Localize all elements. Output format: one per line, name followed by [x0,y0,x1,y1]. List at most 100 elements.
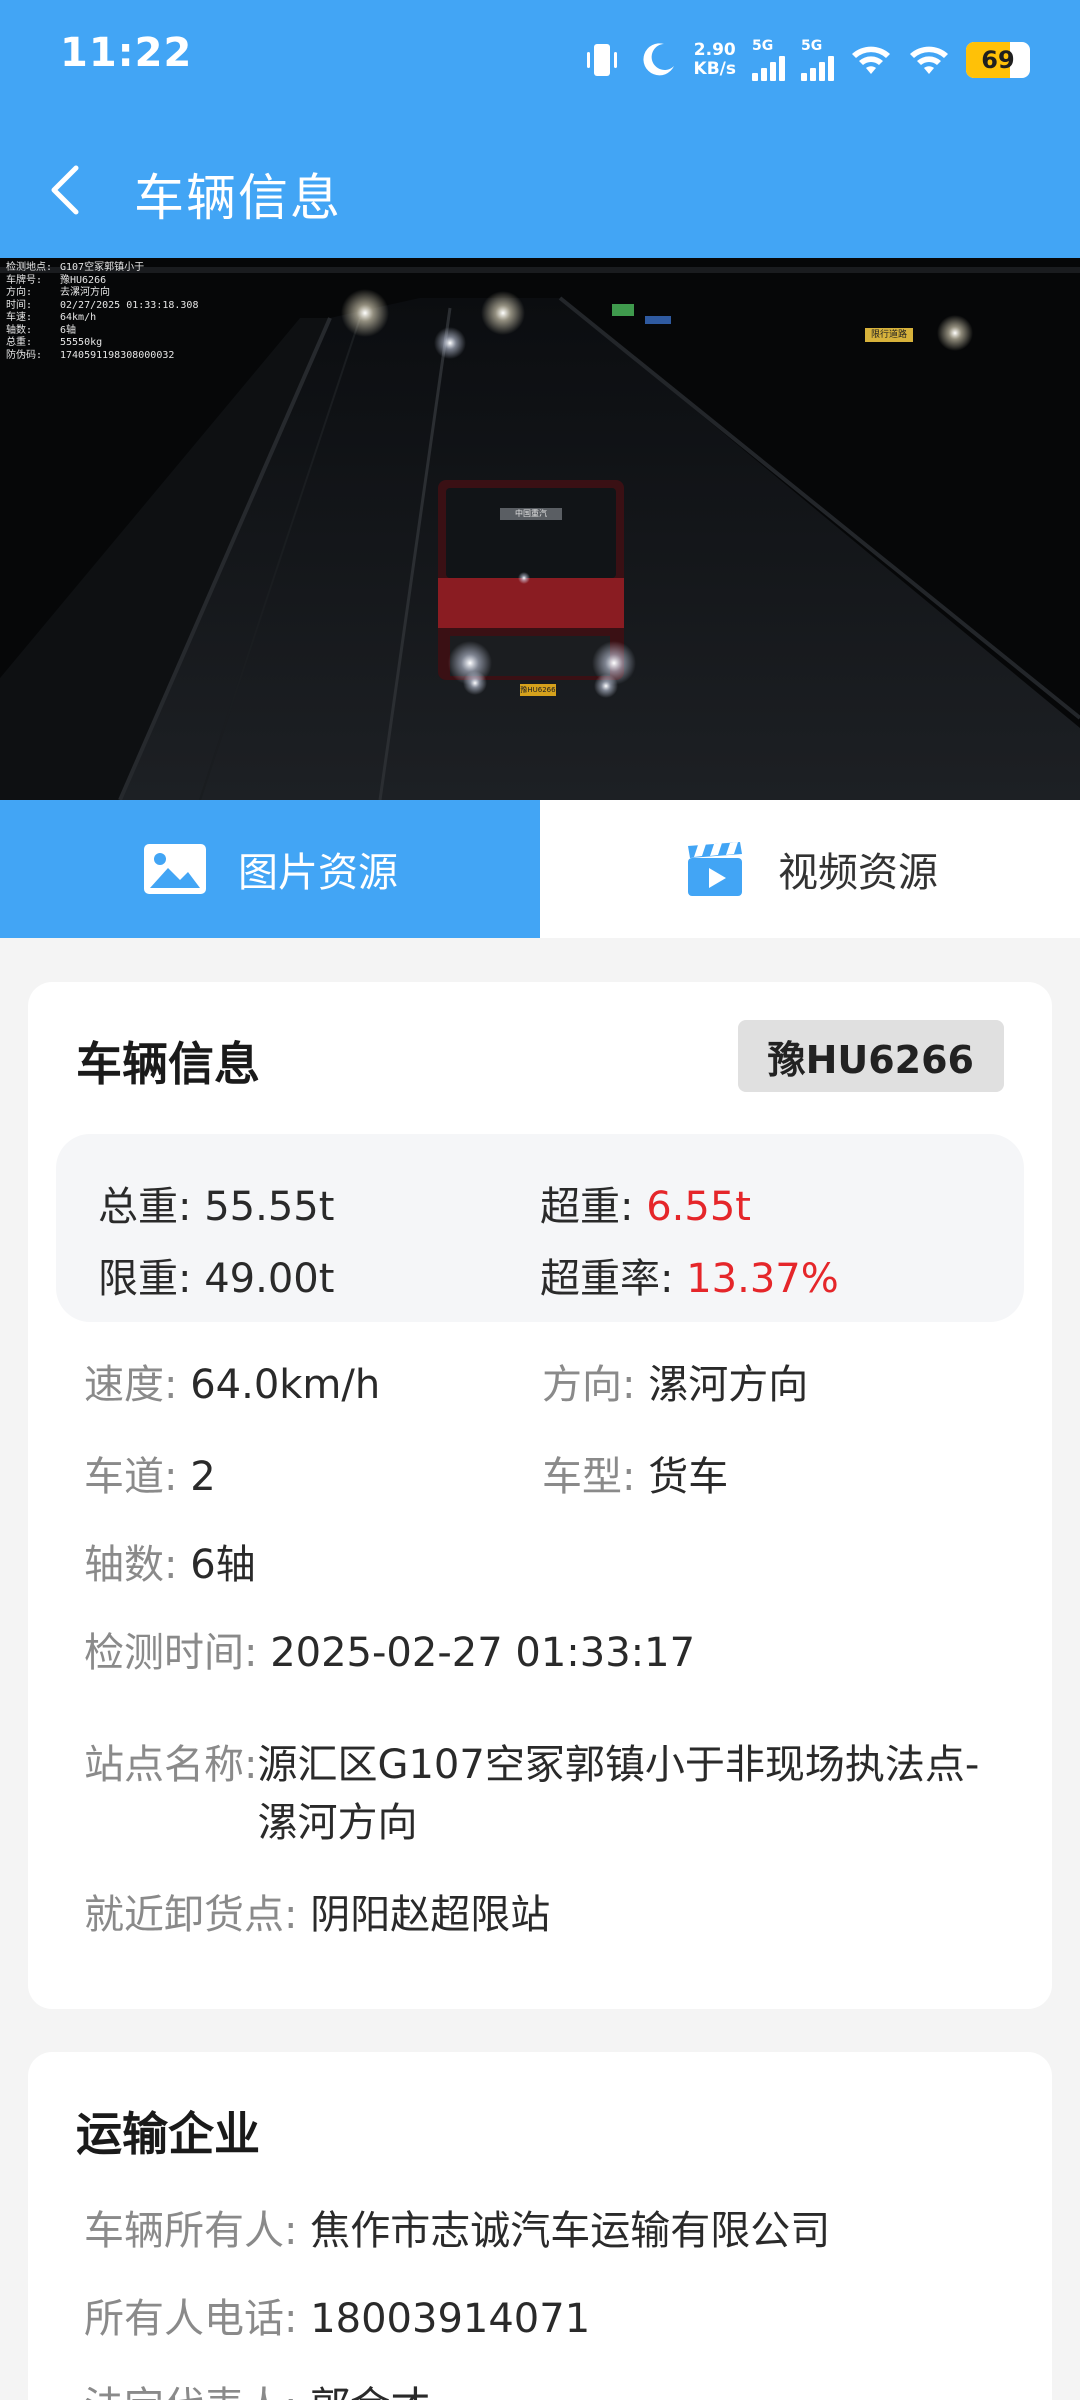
plate-badge: 豫HU6266 [737,1020,1004,1092]
speed-field: 速度: 64.0km/h [84,1356,380,1414]
speed-value: 64.0km/h [190,1362,381,1408]
overlay-value: G107空冢郭镇小于 [60,262,145,273]
overlay-row: 防伪码: 1740591198308000032 [6,350,198,363]
scene-plate-text: 豫HU6266 [520,686,556,694]
unload-point-value: 阴阳赵超限站 [310,1892,551,1938]
tab-image-resources[interactable]: 图片资源 [0,800,540,938]
battery-level: 69 [981,46,1015,74]
direction-label: 方向: [542,1362,649,1408]
status-time: 11:22 [60,30,193,76]
overlay-row: 时间: 02/27/2025 01:33:18.308 [6,300,198,313]
overlay-key: 车牌号: [6,274,43,286]
overlay-row: 总重: 55550kg [6,337,198,350]
weight-summary: 总重: 55.55t 超重: 6.55t 限重: 49.00t 超重率: 13.… [56,1134,1024,1322]
direction-field: 方向: 漯河方向 [542,1356,808,1414]
detect-time-value: 2025-02-27 01:33:17 [270,1630,696,1676]
camera-capture-image[interactable]: 检测地点: G107空冢郭镇小于 车牌号: 豫HU6266 方向: 去漯河方向 时间:… [0,258,1080,800]
owner-phone-field: 所有人电话: 18003914071 [84,2290,590,2348]
resource-tabs: 图片资源 视频资源 [0,800,1080,938]
overlay-value: 豫HU6266 [60,274,107,286]
signal-icon: 5G [801,39,834,81]
app-top-bar: 11:22 2.90 KB/s 5G 5G 69 车辆信息 [0,0,1080,258]
overlay-key: 车速: [6,312,33,323]
speed-label: 速度: [84,1362,191,1408]
overlay-row: 方向: 去漯河方向 [6,287,198,300]
page-title: 车辆信息 [134,169,342,227]
tab-label: 图片资源 [238,850,398,896]
sim1-label: 5G [752,38,774,54]
limit-weight: 限重: 49.00t [98,1246,334,1304]
overlay-key: 时间: [6,299,33,311]
image-icon [144,844,206,894]
lane-field: 车道: 2 [84,1448,216,1506]
over-weight-label: 超重: [540,1184,647,1230]
tab-label: 视频资源 [778,850,938,896]
wifi-icon [852,46,890,74]
legal-rep-field: 法定代表人: 郭金才 [84,2378,430,2400]
vehicle-type-value: 货车 [648,1454,729,1500]
station-value: 源汇区G107空冢郭镇小于非现场执法点-漯河方向 [257,1742,980,1846]
lane-label: 车道: [84,1454,191,1500]
sim2-label: 5G [801,38,823,54]
status-bar: 11:22 2.90 KB/s 5G 5G 69 [0,0,1080,120]
network-speed-value: 2.90 [693,40,736,60]
over-weight-rate: 超重率: 13.37% [540,1246,839,1304]
overlay-row: 车牌号: 豫HU6266 [6,275,198,288]
wifi-icon [910,46,948,74]
gross-weight-label: 总重: [98,1184,205,1230]
direction-value: 漯河方向 [648,1362,809,1408]
vehicle-info-card: 车辆信息 豫HU6266 总重: 55.55t 超重: 6.55t 限重: 49… [28,982,1052,2009]
detect-time-label: 检测时间: [84,1630,271,1676]
lane-value: 2 [190,1454,216,1500]
chevron-left-icon[interactable] [44,160,92,220]
station-label: 站点名称: [84,1742,258,1788]
over-weight: 超重: 6.55t [540,1174,751,1232]
scene-sign-text: 限行道路 [870,330,907,340]
network-speed-unit: KB/s [693,59,736,79]
axles-value: 6轴 [190,1542,256,1588]
limit-weight-label: 限重: [98,1256,205,1302]
road-sign-green [612,304,634,316]
overlay-key: 方向: [6,287,33,298]
signal-icon: 5G [752,39,785,81]
status-icons: 2.90 KB/s 5G 5G 69 [582,34,1030,86]
overlay-value: 64km/h [60,312,97,323]
vehicle-type-field: 车型: 货车 [542,1448,728,1506]
moon-icon [642,43,674,76]
scene-truck-banner: 中国重汽 [515,509,547,518]
overlay-value: 02/27/2025 01:33:18.308 [60,299,199,311]
video-clapper-icon [688,842,742,896]
unload-point-field: 就近卸货点: 阴阳赵超限站 [84,1886,550,1944]
unload-point-label: 就近卸货点: [84,1892,311,1938]
vibrate-icon [586,44,617,76]
gross-weight: 总重: 55.55t [98,1174,334,1232]
over-weight-rate-value: 13.37% [686,1256,839,1302]
owner-field: 车辆所有人: 焦作市志诚汽车运输有限公司 [84,2202,830,2260]
camera-overlay-text: 检测地点: G107空冢郭镇小于 车牌号: 豫HU6266 方向: 去漯河方向 时间:… [6,262,198,362]
overlay-row: 轴数: 6轴 [6,325,198,338]
header: 车辆信息 [0,120,1080,258]
overlay-key: 防伪码: [6,349,43,361]
overlay-value: 去漯河方向 [60,287,110,298]
legal-rep-value: 郭金才 [310,2384,430,2400]
overlay-value: 55550kg [60,337,103,348]
axles-label: 轴数: [84,1542,191,1588]
battery-icon: 69 [966,42,1030,78]
overlay-value: 6轴 [60,324,77,336]
network-speed: 2.90 KB/s [694,41,736,79]
overlay-value: 1740591198308000032 [60,349,175,361]
over-weight-rate-label: 超重率: [540,1256,687,1302]
axles-field: 轴数: 6轴 [84,1536,256,1594]
detect-time-field: 检测时间: 2025-02-27 01:33:17 [84,1624,695,1682]
overlay-row: 车速: 64km/h [6,312,198,325]
owner-phone-label: 所有人电话: [84,2296,311,2342]
station-field: 站点名称: 源汇区G107空冢郭镇小于非现场执法点-漯河方向 [84,1736,1014,1852]
road-sign-blue [645,316,671,324]
card-title: 运输企业 [76,2107,260,2161]
overlay-row: 检测地点: G107空冢郭镇小于 [6,262,198,275]
owner-value: 焦作市志诚汽车运输有限公司 [310,2208,831,2254]
owner-phone-value[interactable]: 18003914071 [310,2296,590,2342]
overlay-key: 检测地点: [6,262,53,273]
tab-video-resources[interactable]: 视频资源 [540,800,1080,938]
transport-company-card: 运输企业 车辆所有人: 焦作市志诚汽车运输有限公司 所有人电话: 1800391… [28,2052,1052,2400]
